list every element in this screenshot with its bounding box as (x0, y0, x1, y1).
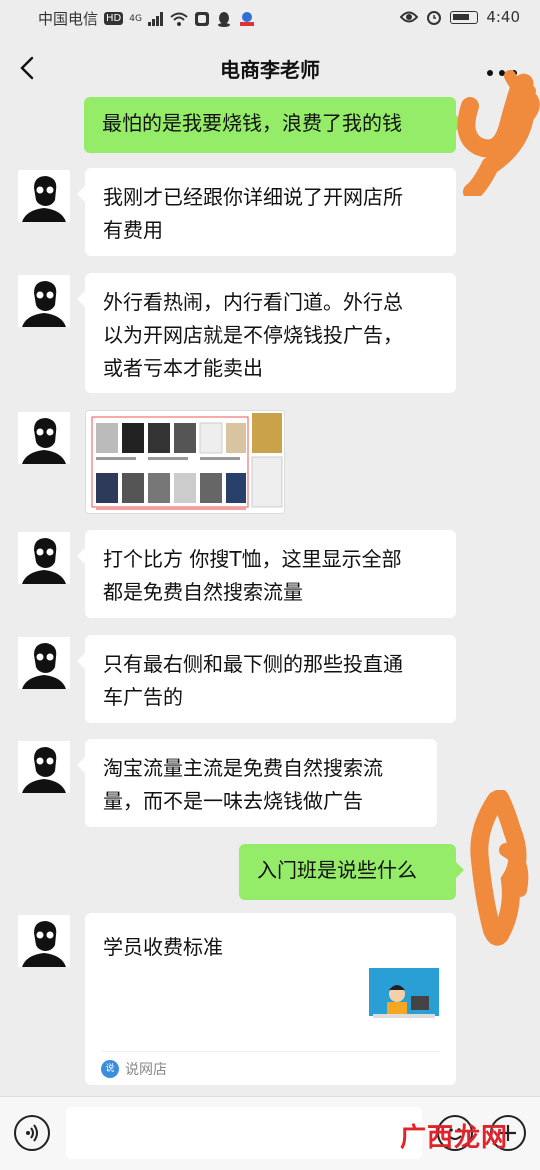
signal-icon (147, 11, 163, 26)
teacher-at-desk-icon (369, 968, 439, 1038)
image-message[interactable] (85, 410, 285, 514)
message-input[interactable] (66, 1107, 422, 1159)
app-notification-icon (194, 11, 209, 26)
network-type: 4G (129, 13, 142, 24)
source-name: 说网店 (125, 1062, 167, 1078)
message-line: 以为开网店就是不停烧钱投广告， (103, 323, 403, 347)
wifi-icon (170, 12, 188, 26)
message-line: 打个比方 你搜T恤，这里显示全部 (103, 547, 402, 571)
message-text: 最怕的是我要烧钱，浪费了我的钱 (102, 111, 402, 135)
message-line: 有费用 (103, 218, 163, 242)
own-message-bubble[interactable]: 最怕的是我要烧钱，浪费了我的钱 (84, 97, 464, 153)
voice-button[interactable] (14, 1115, 50, 1151)
card-title: 学员收费标准 (103, 935, 223, 959)
bank-app-icon (239, 11, 254, 26)
contact-avatar[interactable] (18, 275, 70, 327)
avatar-portrait-icon (18, 915, 70, 967)
contact-message-bubble[interactable]: 我刚才已经跟你详细说了开网店所 有费用 (77, 168, 456, 256)
message-line: 都是免费自然搜索流量 (103, 580, 303, 604)
message-text: 入门班是说些什么 (257, 858, 417, 882)
alarm-icon (427, 11, 442, 25)
avatar-portrait-icon (18, 412, 70, 464)
avatar-portrait-icon (18, 170, 70, 222)
link-card[interactable]: 学员收费标准 说 说网店 (85, 913, 456, 1085)
status-left: 中国电信 HD 4G (38, 8, 256, 29)
card-divider (101, 1051, 440, 1052)
contact-avatar[interactable] (18, 915, 70, 967)
avatar-portrait-icon (18, 532, 70, 584)
clock: 4:40 (486, 8, 520, 26)
eye-icon (400, 11, 419, 23)
orange-scribble-bottom (470, 790, 529, 946)
contact-message-bubble[interactable]: 淘宝流量主流是免费自然搜索流 量，而不是一味去烧钱做广告 (77, 739, 437, 827)
contact-avatar[interactable] (18, 741, 70, 793)
own-message-bubble[interactable]: 入门班是说些什么 (239, 844, 464, 900)
avatar-portrait-icon (18, 637, 70, 689)
card-thumbnail (369, 968, 439, 1038)
card-source: 说 说网店 (101, 1059, 167, 1079)
message-line: 量，而不是一味去烧钱做广告 (103, 789, 363, 813)
message-line: 车广告的 (103, 685, 183, 709)
message-line: 淘宝流量主流是免费自然搜索流 (103, 756, 383, 780)
watermark-text: 广西龙网 (400, 1123, 509, 1153)
voice-icon (26, 1124, 38, 1142)
hd-badge: HD (104, 12, 124, 25)
contact-message-bubble[interactable]: 打个比方 你搜T恤，这里显示全部 都是免费自然搜索流量 (77, 530, 456, 618)
contact-avatar[interactable] (18, 412, 70, 464)
orange-scribble-top (457, 70, 540, 196)
source-logo-icon: 说 (101, 1060, 119, 1078)
battery-icon (450, 10, 479, 24)
message-line: 或者亏本才能卖出 (103, 356, 263, 380)
input-bar: 广西龙网 (0, 1096, 540, 1170)
message-line: 外行看热闹，内行看门道。外行总 (103, 290, 403, 314)
status-right: 4:40 (400, 8, 520, 26)
avatar-portrait-icon (18, 275, 70, 327)
contact-message-bubble[interactable]: 外行看热闹，内行看门道。外行总 以为开网店就是不停烧钱投广告， 或者亏本才能卖出 (77, 273, 456, 393)
avatar-portrait-icon (18, 741, 70, 793)
product-grid-screenshot (86, 411, 284, 513)
message-line: 我刚才已经跟你详细说了开网店所 (103, 185, 403, 209)
carrier-label: 中国电信 (38, 10, 99, 28)
contact-message-bubble[interactable]: 只有最右侧和最下侧的那些投直通 车广告的 (77, 635, 456, 723)
contact-avatar[interactable] (18, 532, 70, 584)
qq-icon (217, 11, 230, 27)
contact-avatar[interactable] (18, 170, 70, 222)
contact-avatar[interactable] (18, 637, 70, 689)
status-bar: 中国电信 HD 4G 4:40 (0, 0, 540, 36)
message-line: 只有最右侧和最下侧的那些投直通 (103, 652, 403, 676)
